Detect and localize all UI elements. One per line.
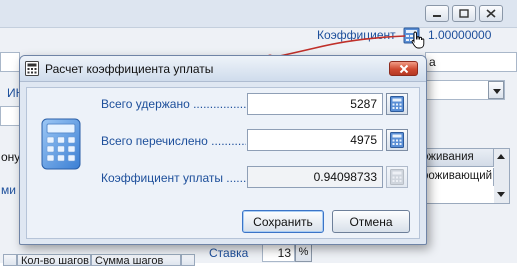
withheld-label: Всего удержано .........................… xyxy=(101,97,246,111)
scroll-up-icon[interactable] xyxy=(497,154,505,159)
transferred-field[interactable]: 4975 xyxy=(247,129,383,151)
calculator-icon xyxy=(390,96,404,112)
calculator-illustration-icon xyxy=(41,118,81,170)
dialog-body: Всего удержано .........................… xyxy=(26,87,420,239)
dialog-close-button[interactable] xyxy=(389,61,418,76)
dialog-title: Расчет коэффициента уплаты xyxy=(45,62,214,76)
calculator-icon xyxy=(390,132,404,148)
bg-input-right[interactable]: а xyxy=(425,52,517,72)
bg-grid[interactable]: оживания роживающий xyxy=(418,148,510,204)
save-button[interactable]: Сохранить xyxy=(242,210,324,233)
close-icon xyxy=(486,9,496,18)
grid-scrollbar[interactable] xyxy=(494,149,509,203)
maximize-button[interactable] xyxy=(452,5,476,22)
withheld-field[interactable]: 5287 xyxy=(247,93,383,115)
grid-header[interactable]: оживания xyxy=(419,149,494,167)
dialog-titlebar[interactable]: Расчет коэффициента уплаты xyxy=(20,56,426,82)
calculator-icon xyxy=(25,61,39,76)
bottom-tab-0[interactable] xyxy=(3,254,17,266)
maximize-icon xyxy=(459,9,469,18)
rate-label: Ставка xyxy=(209,246,249,260)
bg-input-left-2[interactable] xyxy=(0,106,20,126)
scroll-down-icon[interactable] xyxy=(497,192,505,197)
payment-coefficient-field: 0.94098733 xyxy=(247,166,383,188)
percent-button[interactable]: % xyxy=(295,243,312,262)
minimize-icon xyxy=(433,15,441,17)
window-close-button[interactable] xyxy=(479,5,503,22)
chevron-down-icon[interactable] xyxy=(488,81,504,99)
transferred-calc-button[interactable] xyxy=(386,129,408,151)
minimize-button[interactable] xyxy=(425,5,449,22)
payment-coefficient-label: Коэффициент уплаты .....................… xyxy=(101,171,246,185)
bottom-tab-2[interactable]: Сумма шагов xyxy=(91,254,181,266)
bg-input-right-text: а xyxy=(429,55,436,69)
transferred-label: Всего перечислено ...................... xyxy=(101,134,246,148)
bg-input-left[interactable] xyxy=(0,52,20,72)
bg-label-2: ону xyxy=(1,150,21,164)
withheld-calc-button[interactable] xyxy=(386,93,408,115)
bottom-tab-1[interactable]: Кол-во шагов xyxy=(17,254,91,266)
grid-cell[interactable]: роживающий xyxy=(419,168,494,186)
bottom-tab-3[interactable] xyxy=(181,254,195,266)
rate-input[interactable]: 13 xyxy=(262,243,295,262)
coefficient-value: 1.00000000 xyxy=(428,28,492,42)
close-icon xyxy=(399,64,409,74)
payment-coefficient-calc-button xyxy=(386,166,408,188)
calculator-icon xyxy=(390,169,404,185)
coefficient-dialog: Расчет коэффициента уплаты Всего удержан… xyxy=(19,55,427,245)
cancel-button[interactable]: Отмена xyxy=(332,210,410,233)
